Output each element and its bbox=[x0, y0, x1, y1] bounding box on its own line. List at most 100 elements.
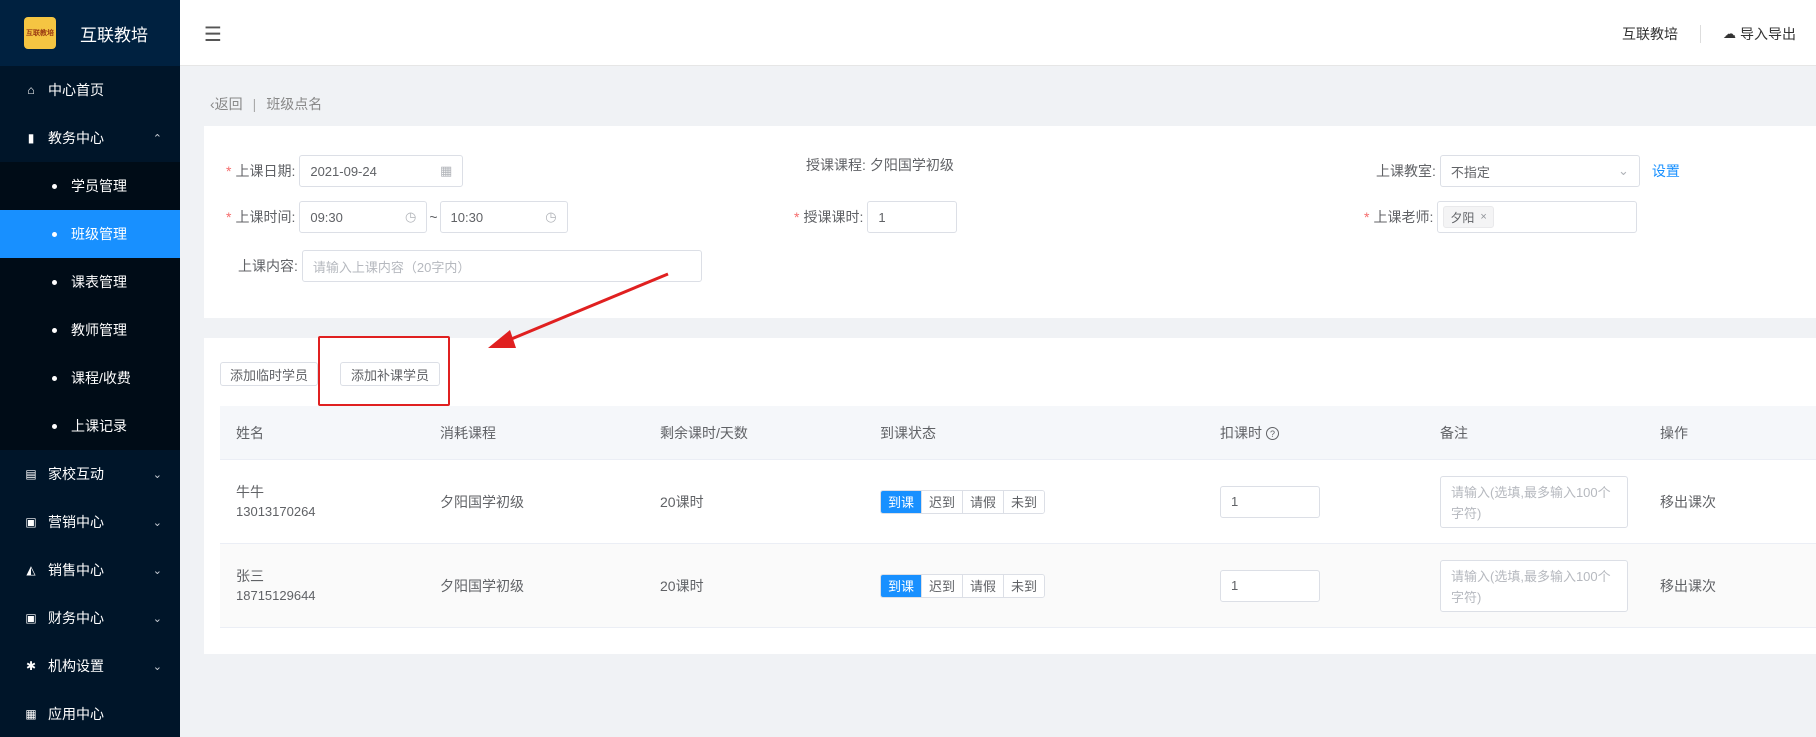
sales-icon: ◭ bbox=[26, 563, 36, 577]
sidebar-item-marketing[interactable]: ▣ 营销中心 ⌄ bbox=[0, 498, 180, 546]
sidebar-item-label: 营销中心 bbox=[48, 514, 104, 530]
attendance-table: 姓名 消耗课程 剩余课时/天数 到课状态 扣课时? 备注 操作 牛牛 13013… bbox=[220, 406, 1816, 628]
header-actions: 互联教培 ☁ 导入导出 bbox=[1622, 24, 1796, 44]
hours-value: 1 bbox=[878, 209, 886, 225]
top-header: ☰ 互联教培 ☁ 导入导出 bbox=[180, 0, 1816, 66]
sidebar: 互联教培 互联教培 ⌂ 中心首页 ▮ 教务中心 ⌃ 学员管理 班级管理 课表管理… bbox=[0, 0, 180, 737]
status-late[interactable]: 迟到 bbox=[921, 490, 963, 513]
room-setting-link[interactable]: 设置 bbox=[1652, 161, 1680, 181]
time-label: 上课时间: bbox=[235, 209, 296, 225]
start-time-value: 09:30 bbox=[310, 209, 343, 225]
student-phone: 18715129644 bbox=[236, 587, 316, 603]
back-link[interactable]: 返回 bbox=[215, 94, 243, 114]
sidebar-item-label: 财务中心 bbox=[48, 610, 104, 626]
menu-collapse-icon[interactable]: ☰ bbox=[204, 22, 222, 47]
add-temp-student-button[interactable]: 添加临时学员 bbox=[220, 362, 318, 386]
deduct-header-label: 扣课时 bbox=[1220, 424, 1262, 441]
student-cell: 牛牛 13013170264 bbox=[220, 482, 440, 522]
home-icon: ⌂ bbox=[27, 83, 35, 97]
sidebar-sub-students[interactable]: 学员管理 bbox=[0, 162, 180, 210]
sidebar-item-academic[interactable]: ▮ 教务中心 ⌃ bbox=[0, 114, 180, 162]
student-name: 牛牛 bbox=[236, 483, 264, 500]
time-field: * 上课时间: 09:30 ◷ ~ 10:30 ◷ bbox=[226, 201, 568, 233]
status-late[interactable]: 迟到 bbox=[921, 574, 963, 597]
status-cell: 到课 迟到 请假 未到 bbox=[880, 573, 1220, 598]
end-time-value: 10:30 bbox=[450, 209, 484, 225]
deduct-input[interactable]: 1 bbox=[1220, 569, 1320, 602]
room-field: 上课教室: 不指定 ⌄ 设置 bbox=[1376, 155, 1680, 187]
status-present[interactable]: 到课 bbox=[881, 490, 922, 513]
close-icon[interactable]: × bbox=[1480, 211, 1486, 223]
content-label: 上课内容: bbox=[238, 258, 298, 274]
deduct-value: 1 bbox=[1231, 494, 1239, 509]
table-row: 牛牛 13013170264 夕阳国学初级 20课时 到课 迟到 请假 未到 1… bbox=[220, 460, 1816, 544]
book-icon: ▮ bbox=[27, 131, 35, 145]
sidebar-item-home[interactable]: ⌂ 中心首页 bbox=[0, 66, 180, 114]
deduct-value: 1 bbox=[1231, 578, 1239, 593]
wallet-icon: ▣ bbox=[25, 611, 37, 625]
remove-from-session-link[interactable]: 移出课次 bbox=[1660, 492, 1816, 512]
student-phone: 13013170264 bbox=[236, 503, 316, 519]
teacher-label: 上课老师: bbox=[1373, 209, 1434, 225]
logo-mark: 互联教培 bbox=[24, 17, 56, 49]
attendance-status-group: 到课 迟到 请假 未到 bbox=[880, 573, 1046, 598]
deduct-input[interactable]: 1 bbox=[1220, 485, 1320, 518]
sidebar-sub-teachers[interactable]: 教师管理 bbox=[0, 306, 180, 354]
breadcrumb: ‹ 返回 | 班级点名 bbox=[210, 94, 322, 114]
status-absent[interactable]: 未到 bbox=[1003, 490, 1045, 513]
sidebar-item-home-school[interactable]: ▤ 家校互动 ⌄ bbox=[0, 450, 180, 498]
time-separator: ~ bbox=[429, 209, 438, 225]
required-mark: * bbox=[794, 209, 800, 225]
remark-textarea[interactable]: 请输入(选填,最多输入100个字符) bbox=[1440, 559, 1628, 612]
column-header: 剩余课时/天数 bbox=[660, 424, 748, 441]
room-select[interactable]: 不指定 ⌄ bbox=[1439, 155, 1640, 187]
sidebar-sub-timetable[interactable]: 课表管理 bbox=[0, 258, 180, 306]
end-time-input[interactable]: 10:30 ◷ bbox=[439, 201, 568, 233]
logo-area[interactable]: 互联教培 互联教培 bbox=[0, 0, 180, 66]
teacher-select[interactable]: 夕阳 × bbox=[1437, 201, 1638, 233]
remark-placeholder: 请输入(选填,最多输入100个字符) bbox=[1451, 568, 1611, 605]
cloud-icon: ☁ bbox=[1723, 26, 1736, 41]
help-icon[interactable]: ? bbox=[1266, 427, 1279, 441]
import-export-link[interactable]: 导入导出 bbox=[1740, 24, 1796, 44]
sidebar-item-finance[interactable]: ▣ 财务中心 ⌄ bbox=[0, 594, 180, 642]
bullet-icon bbox=[52, 183, 57, 189]
required-mark: * bbox=[226, 209, 232, 225]
sidebar-item-sales[interactable]: ◭ 销售中心 ⌄ bbox=[0, 546, 180, 594]
sub-item-label: 上课记录 bbox=[71, 418, 127, 434]
remove-from-session-link[interactable]: 移出课次 bbox=[1660, 576, 1816, 596]
chevron-up-icon: ⌃ bbox=[152, 132, 162, 145]
bullet-icon bbox=[52, 375, 57, 381]
bullet-icon bbox=[52, 327, 57, 333]
sidebar-sub-classes[interactable]: 班级管理 bbox=[0, 210, 180, 258]
table-row: 张三 18715129644 夕阳国学初级 20课时 到课 迟到 请假 未到 1… bbox=[220, 544, 1816, 628]
date-input[interactable]: 2021-09-24 ▦ bbox=[299, 155, 464, 187]
course-cell: 夕阳国学初级 bbox=[440, 493, 524, 510]
teacher-tag: 夕阳 × bbox=[1443, 206, 1494, 228]
remark-placeholder: 请输入(选填,最多输入100个字符) bbox=[1451, 484, 1611, 521]
hours-input[interactable]: 1 bbox=[867, 201, 958, 233]
status-absent[interactable]: 未到 bbox=[1003, 574, 1045, 597]
sidebar-item-label: 销售中心 bbox=[48, 562, 104, 578]
status-present[interactable]: 到课 bbox=[881, 574, 922, 597]
sidebar-item-settings[interactable]: ✱ 机构设置 ⌄ bbox=[0, 642, 180, 690]
chevron-down-icon: ⌄ bbox=[1617, 163, 1629, 178]
date-field: * 上课日期: 2021-09-24 ▦ bbox=[226, 155, 464, 187]
chevron-down-icon: ⌄ bbox=[152, 564, 162, 577]
sidebar-item-apps[interactable]: ▦ 应用中心 bbox=[0, 690, 180, 737]
room-label: 上课教室: bbox=[1376, 163, 1436, 179]
org-name[interactable]: 互联教培 bbox=[1622, 24, 1678, 44]
remark-textarea[interactable]: 请输入(选填,最多输入100个字符) bbox=[1440, 475, 1628, 528]
status-leave[interactable]: 请假 bbox=[962, 490, 1004, 513]
column-header: 到课状态 bbox=[880, 424, 936, 441]
course-cell: 夕阳国学初级 bbox=[440, 577, 524, 594]
annotation-highlight-box bbox=[318, 336, 450, 406]
sidebar-sub-courses[interactable]: 课程/收费 bbox=[0, 354, 180, 402]
chevron-down-icon: ⌄ bbox=[152, 612, 162, 625]
content-placeholder: 请输入上课内容（20字内） bbox=[312, 259, 471, 275]
deduct-cell: 1 bbox=[1220, 569, 1440, 602]
status-leave[interactable]: 请假 bbox=[962, 574, 1004, 597]
sidebar-sub-records[interactable]: 上课记录 bbox=[0, 402, 180, 450]
remaining-cell: 20课时 bbox=[660, 493, 704, 510]
start-time-input[interactable]: 09:30 ◷ bbox=[299, 201, 428, 233]
